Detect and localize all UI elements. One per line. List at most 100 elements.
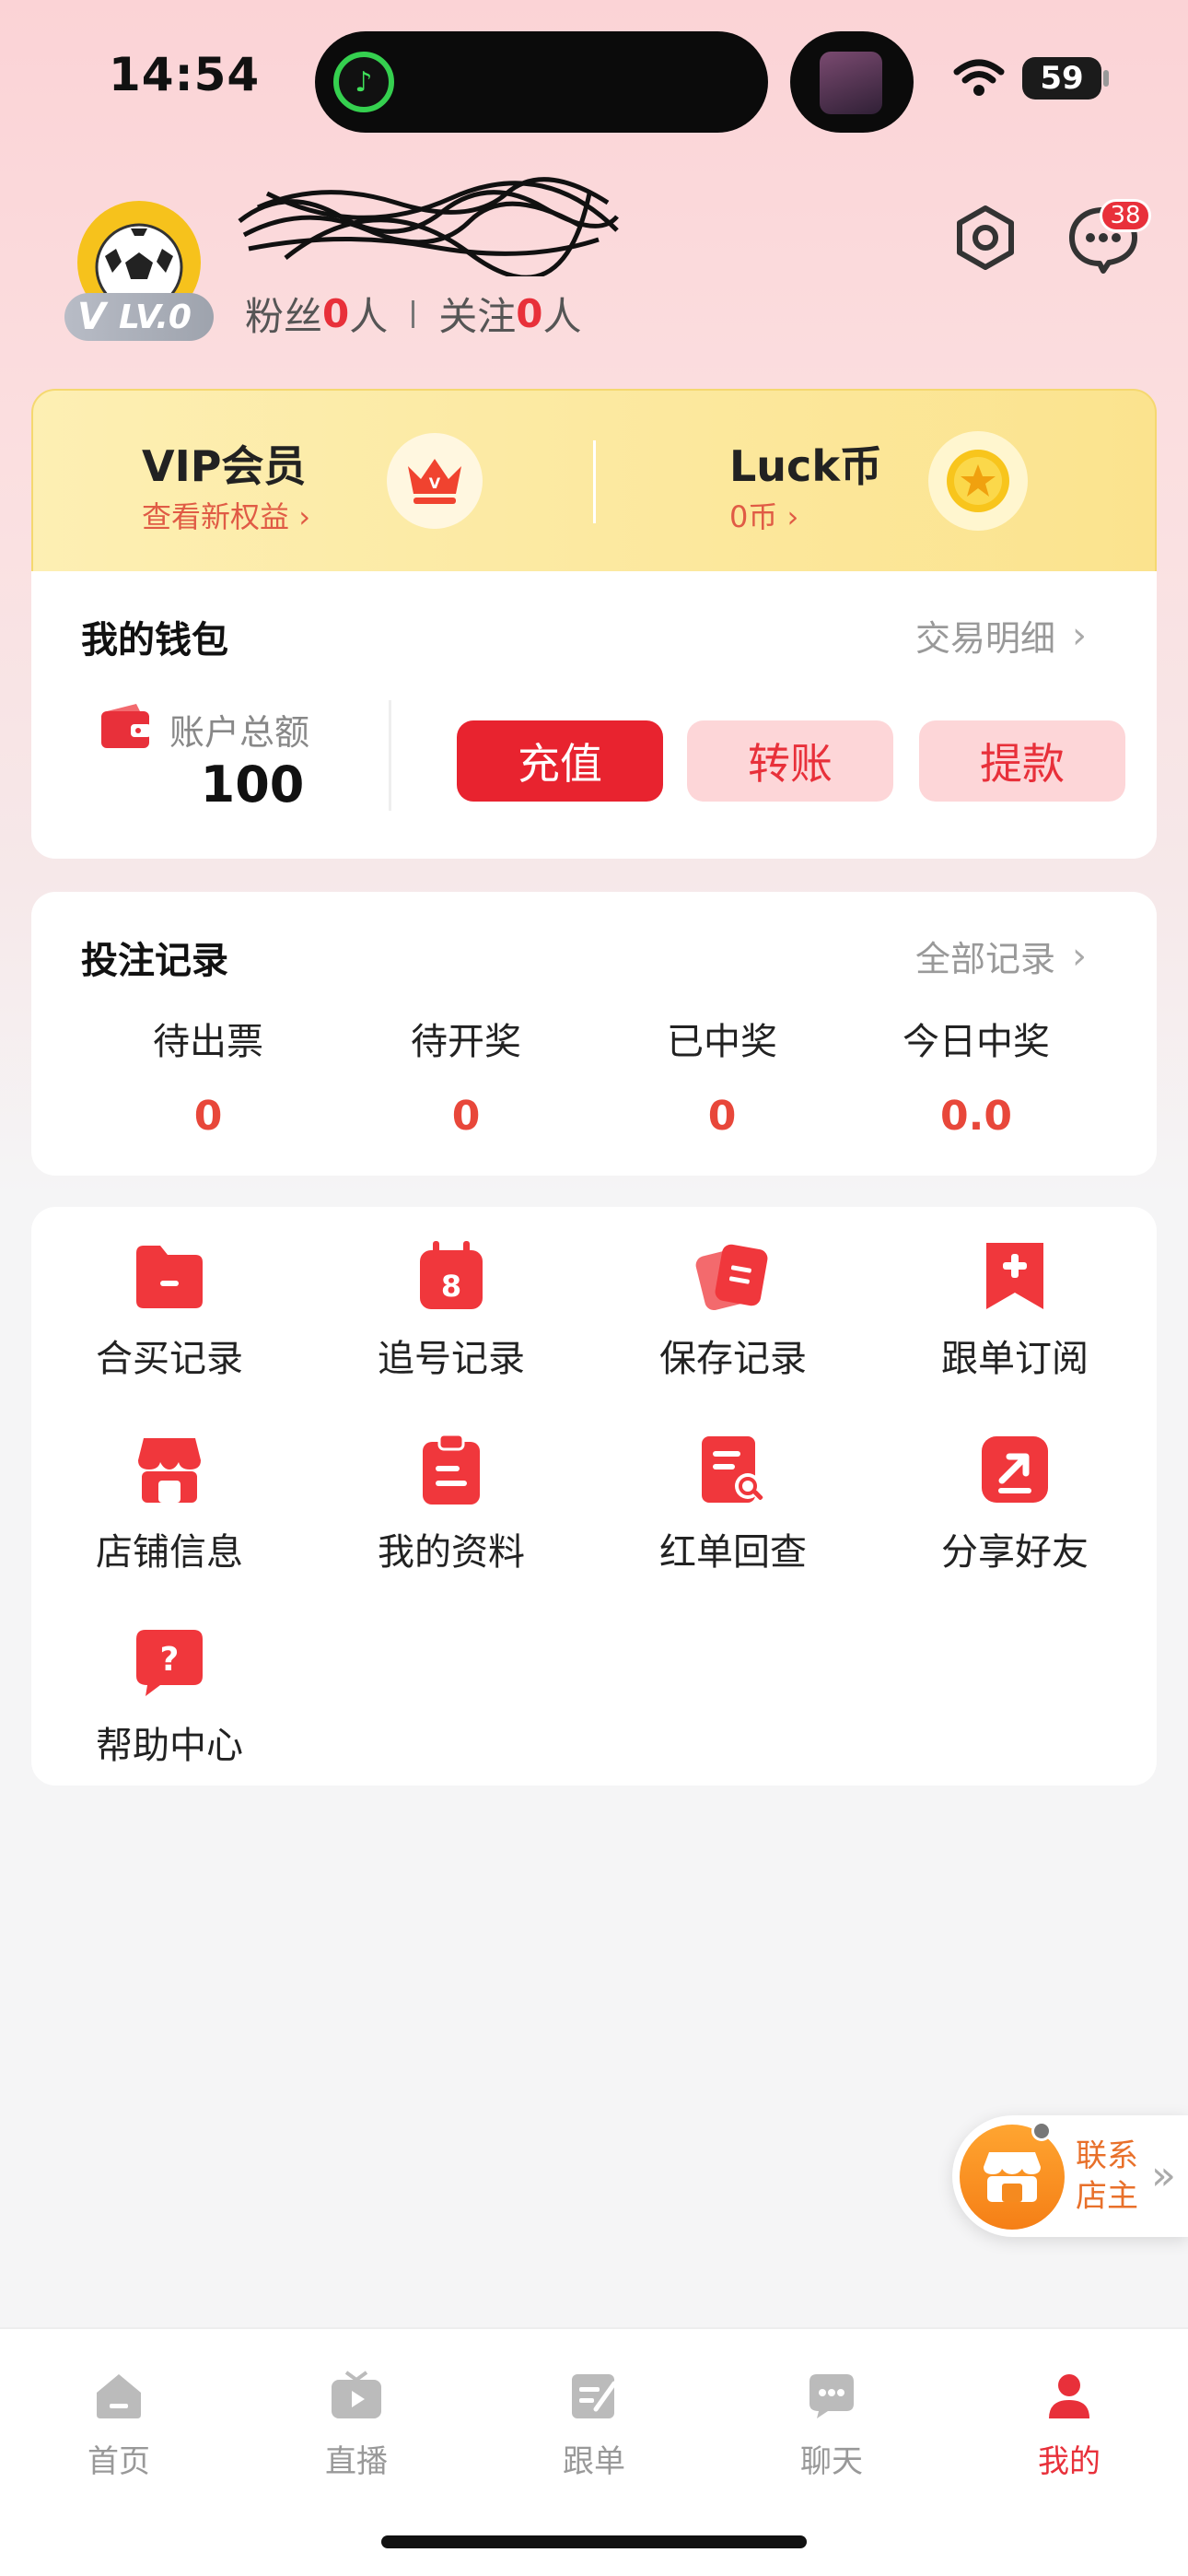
stat-label: 待开奖 [411, 1021, 521, 1063]
tab-live[interactable]: 直播 [238, 2366, 475, 2481]
grid-item-saved[interactable]: 保存记录 [595, 1235, 871, 1391]
all-records-label: 全部记录 [915, 939, 1056, 979]
battery-tip [1103, 70, 1109, 87]
wallet-icon [101, 704, 151, 748]
follow-unit: 人 [542, 294, 582, 339]
redacted-nickname [238, 177, 619, 276]
stat-value: 0 [193, 1093, 223, 1140]
contact-line1: 联系 [1076, 2137, 1138, 2174]
bet-records-card: 投注记录 全部记录 › 待出票 0 待开奖 0 已中奖 0 今日中奖 0.0 [31, 892, 1157, 1176]
grid-item-chase-number[interactable]: 8 追号记录 [313, 1235, 589, 1391]
divider [412, 299, 415, 328]
contact-label: 联系 店主 [1076, 2136, 1138, 2217]
home-indicator [381, 2535, 807, 2548]
tab-label: 跟单 [563, 2443, 625, 2480]
tv-icon [326, 2366, 387, 2427]
grid-item-joint-buy[interactable]: 合买记录 [31, 1235, 308, 1391]
tab-label: 聊天 [800, 2443, 863, 2480]
stat-won[interactable]: 已中奖 0 [602, 1012, 842, 1140]
grid-item-share-friends[interactable]: 分享好友 [877, 1428, 1153, 1585]
follow-stats: 粉丝 0 人 关注 0 人 [245, 286, 582, 342]
tab-label: 我的 [1038, 2443, 1101, 2480]
grid-label: 店铺信息 [96, 1531, 243, 1574]
wallet-card: 我的钱包 交易明细 › 账户总额 100 充值 转账 提款 [31, 571, 1157, 859]
grid-label: 我的资料 [378, 1531, 525, 1574]
crown-icon[interactable]: V [387, 433, 483, 529]
fans-unit: 人 [349, 294, 389, 339]
divider [593, 440, 596, 523]
grid-item-help-center[interactable]: ? 帮助中心 [31, 1622, 308, 1778]
luck-balance-link[interactable]: 0币 › [729, 494, 798, 536]
stat-label: 今日中奖 [903, 1021, 1050, 1063]
chevron-right-icon: › [1072, 934, 1088, 978]
stat-pending-ticket[interactable]: 待出票 0 [88, 1012, 328, 1140]
luck-title[interactable]: Luck币 [729, 433, 882, 494]
transaction-detail-link[interactable]: 交易明细 › [915, 610, 1087, 661]
balance-value: 100 [200, 755, 305, 814]
bet-records-title: 投注记录 [81, 940, 228, 982]
live-activity [790, 31, 914, 133]
follow-label[interactable]: 关注 [438, 286, 516, 342]
vip-subtitle: 查看新权益 [142, 499, 290, 534]
divider [389, 700, 391, 811]
transaction-detail-label: 交易明细 [915, 618, 1056, 659]
folder-icon [128, 1235, 211, 1317]
grid-label: 红单回查 [659, 1531, 807, 1574]
vip-card: VIP会员 查看新权益 › V Luck币 0币 › [31, 389, 1157, 573]
withdraw-button[interactable]: 提款 [919, 720, 1125, 802]
stat-pending-draw[interactable]: 待开奖 0 [346, 1012, 586, 1140]
stat-value: 0 [451, 1093, 481, 1140]
dynamic-island: ♪ [315, 31, 768, 133]
document-search-icon [692, 1428, 775, 1511]
store-icon [128, 1428, 211, 1511]
double-chevron-right-icon: » [1151, 2152, 1176, 2199]
transfer-button[interactable]: 转账 [687, 720, 893, 802]
vip-title[interactable]: VIP会员 [142, 433, 306, 494]
contact-owner-button[interactable]: 联系 店主 » [952, 2115, 1188, 2237]
grid-label: 跟单订阅 [941, 1338, 1089, 1380]
grid-item-red-order-check[interactable]: 红单回查 [595, 1428, 871, 1585]
luck-balance: 0币 [729, 499, 778, 534]
recharge-button[interactable]: 充值 [457, 720, 663, 802]
grid-label: 合买记录 [96, 1338, 243, 1380]
balance-label: 账户总额 [169, 712, 310, 753]
follow-count: 0 [516, 291, 543, 336]
grid-item-store-info[interactable]: 店铺信息 [31, 1428, 308, 1585]
cards-icon [692, 1235, 775, 1317]
vip-benefits-link[interactable]: 查看新权益 › [142, 494, 310, 536]
level-badge: V LV.0 [64, 293, 214, 341]
grid-label: 分享好友 [941, 1531, 1089, 1574]
music-app-icon: ♪ [333, 52, 394, 112]
function-grid: 合买记录 8 追号记录 保存记录 跟单订阅 店铺信息 我的资料 红单回查 分享好… [31, 1207, 1157, 1786]
stat-label: 已中奖 [667, 1021, 777, 1063]
svg-text:V: V [429, 474, 441, 492]
tab-home[interactable]: 首页 [0, 2366, 238, 2481]
settings-icon[interactable] [950, 203, 1020, 273]
all-records-link[interactable]: 全部记录 › [915, 931, 1087, 981]
fans-count: 0 [322, 291, 350, 336]
tab-follow[interactable]: 跟单 [475, 2366, 713, 2481]
stat-today-won[interactable]: 今日中奖 0.0 [856, 1012, 1096, 1140]
svg-text:8: 8 [441, 1269, 461, 1304]
fans-label[interactable]: 粉丝 [245, 286, 322, 342]
clipboard-icon [410, 1428, 493, 1511]
stat-value: 0.0 [940, 1093, 1012, 1140]
message-badge: 38 [1100, 199, 1151, 232]
level-label: LV.0 [118, 298, 192, 336]
chevron-right-icon: › [777, 499, 799, 534]
chevron-right-icon: › [1072, 614, 1088, 657]
note-icon [564, 2366, 624, 2427]
contact-line2: 店主 [1076, 2178, 1138, 2215]
vip-v-mark: V [77, 296, 106, 338]
tab-chat[interactable]: 聊天 [713, 2366, 950, 2481]
grid-item-follow-subscribe[interactable]: 跟单订阅 [877, 1235, 1153, 1391]
online-status-dot [1031, 2121, 1052, 2141]
grid-item-my-profile[interactable]: 我的资料 [313, 1428, 589, 1585]
grid-label: 保存记录 [659, 1338, 807, 1380]
status-time: 14:54 [109, 48, 261, 101]
grid-label: 追号记录 [378, 1338, 525, 1380]
coin-icon[interactable] [928, 431, 1028, 531]
chevron-right-icon: › [289, 499, 310, 534]
stat-label: 待出票 [153, 1021, 263, 1063]
tab-mine[interactable]: 我的 [950, 2366, 1188, 2481]
